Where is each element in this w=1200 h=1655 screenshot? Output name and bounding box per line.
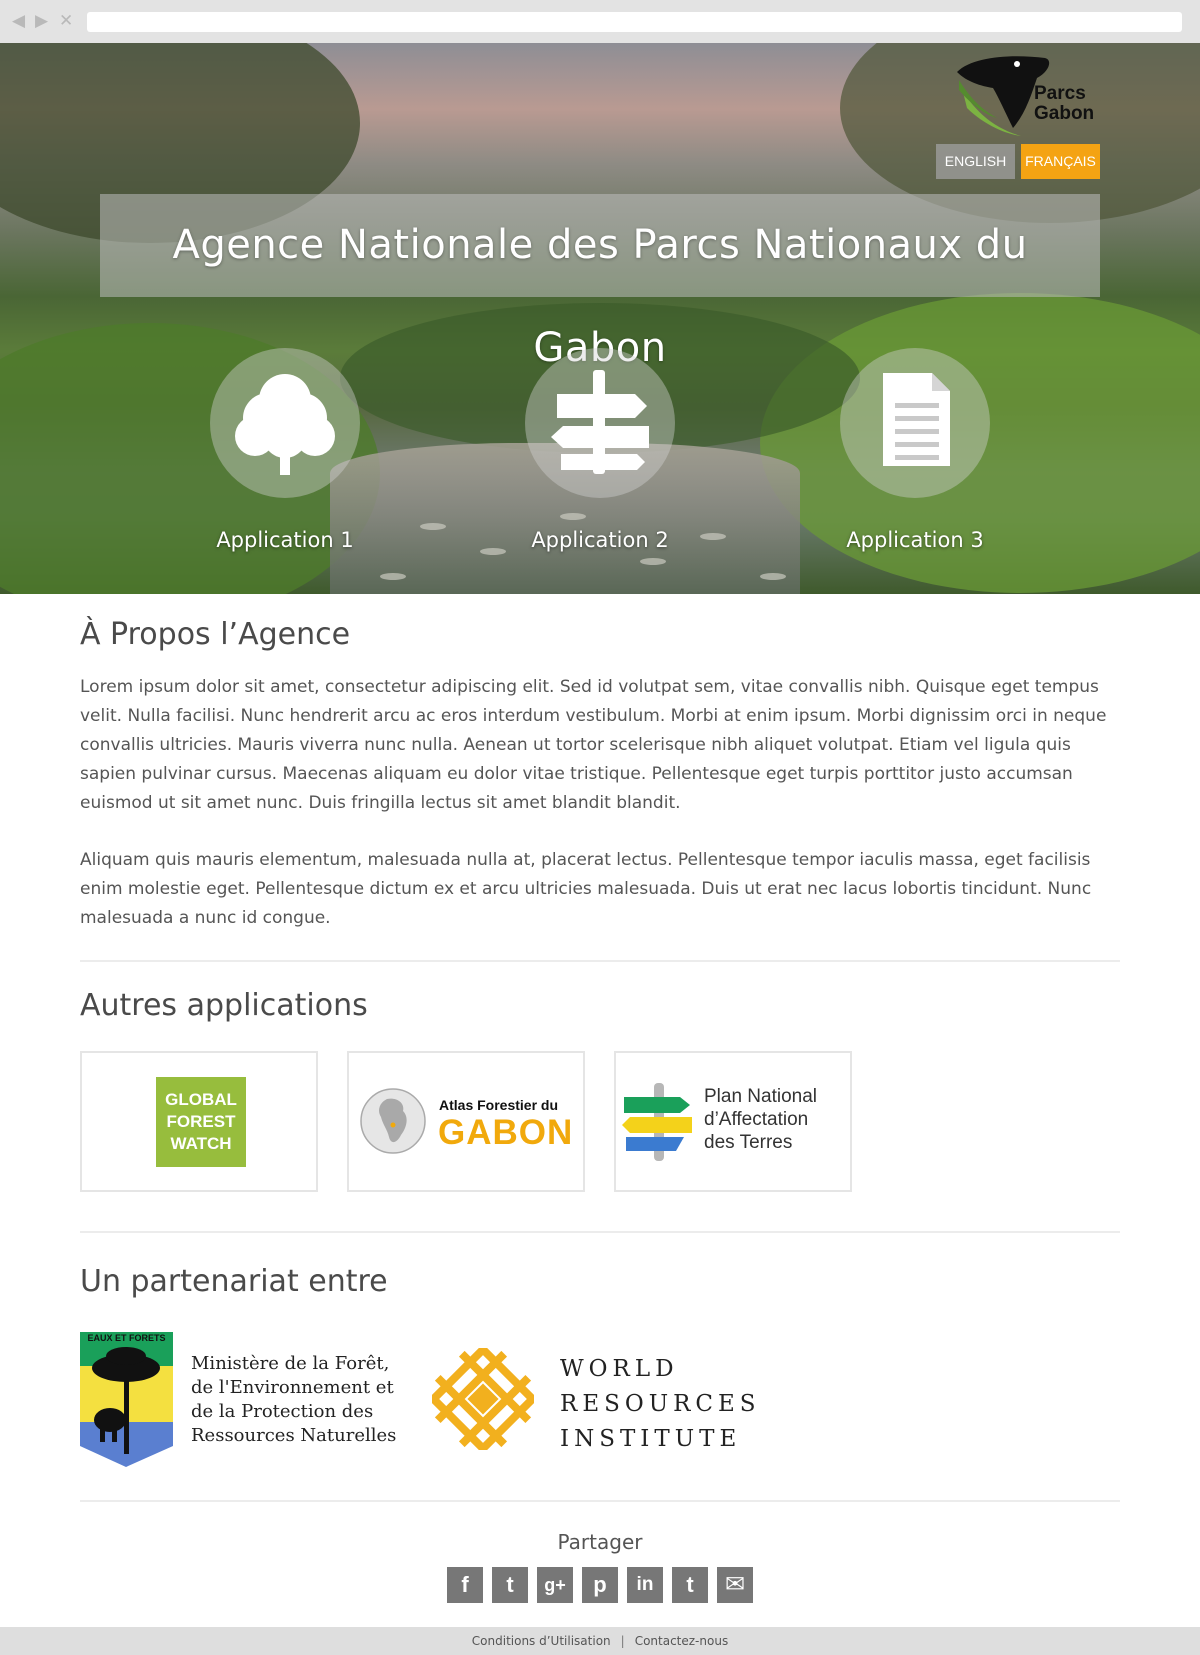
atlas-title: Atlas Forestier du [439, 1097, 559, 1113]
wri-logo-icon[interactable] [432, 1348, 534, 1450]
email-icon[interactable]: ✉ [717, 1567, 753, 1603]
about-paragraph-1: Lorem ipsum dolor sit amet, consectetur … [80, 677, 1107, 813]
gfw-line3: WATCH [170, 1134, 232, 1153]
ministry-line3: de la Protection des [191, 1401, 374, 1422]
francais-button[interactable]: FRANÇAIS [1021, 144, 1100, 179]
pnat-line1: Plan National [704, 1086, 818, 1107]
about-paragraph-2: Aliquam quis mauris elementum, malesuada… [80, 850, 1092, 928]
application-3-label[interactable]: Application 3 [790, 528, 1040, 552]
contact-link[interactable]: Contactez-nous [635, 1634, 729, 1648]
logo-text-line2: Gabon [1034, 103, 1095, 124]
ministry-name: Ministère de la Forêt, de l'Environnemen… [191, 1352, 396, 1448]
ministry-line4: Ressources Naturelles [191, 1425, 397, 1446]
divider [80, 1500, 1120, 1502]
divider [80, 960, 1120, 962]
about-heading: À Propos l’Agence [80, 617, 351, 652]
application-3-button[interactable] [840, 348, 990, 498]
terms-link[interactable]: Conditions d’Utilisation [472, 1634, 611, 1648]
ministry-line2: de l'Environnement et [191, 1377, 394, 1398]
footer: Conditions d’Utilisation | Contactez-nous [0, 1627, 1200, 1655]
tree-icon [235, 374, 335, 475]
application-1-button[interactable] [210, 348, 360, 498]
partners-heading: Un partenariat entre [80, 1264, 388, 1299]
google-plus-icon[interactable]: g+ [537, 1567, 573, 1603]
atlas-forestier-card[interactable]: Atlas Forestier du GABON [347, 1051, 585, 1192]
footer-separator: | [620, 1634, 625, 1648]
signpost-icon [551, 370, 649, 474]
close-icon[interactable]: ✕ [59, 12, 73, 30]
other-apps-heading: Autres applications [80, 988, 368, 1023]
address-bar[interactable] [87, 12, 1182, 32]
application-2-button[interactable] [525, 348, 675, 498]
divider [80, 1231, 1120, 1233]
english-button[interactable]: ENGLISH [936, 144, 1015, 179]
logo-text-line1: Parcs [1034, 83, 1086, 104]
application-2-label[interactable]: Application 2 [475, 528, 725, 552]
wri-line2: RESOURCES [560, 1391, 761, 1417]
global-forest-watch-card[interactable]: GLOBAL FOREST WATCH [80, 1051, 318, 1192]
ministry-badge-text: EAUX ET FORETS [87, 1333, 166, 1343]
ministry-line1: Ministère de la Forêt, [191, 1353, 390, 1374]
document-icon [883, 373, 950, 466]
browser-chrome: ◀ ▶ ✕ [0, 0, 1200, 43]
signpost-logo-icon [622, 1083, 692, 1161]
plan-national-card[interactable]: Plan National d’Affectation des Terres [614, 1051, 852, 1192]
share-label: Partager [557, 1530, 643, 1554]
linkedin-icon[interactable]: in [627, 1567, 663, 1603]
forward-icon[interactable]: ▶ [35, 12, 48, 30]
logo-text: Parcs Gabon [1034, 84, 1094, 124]
back-icon[interactable]: ◀ [12, 12, 25, 30]
global-forest-watch-logo: GLOBAL FOREST WATCH [156, 1077, 246, 1167]
tumblr-icon[interactable]: t [672, 1567, 708, 1603]
pnat-line3: des Terres [704, 1132, 793, 1153]
pinterest-icon[interactable]: p [582, 1567, 618, 1603]
application-1-label[interactable]: Application 1 [160, 528, 410, 552]
wri-text: WORLD RESOURCES INSTITUTE [560, 1352, 761, 1457]
wri-line1: WORLD [560, 1356, 679, 1382]
twitter-icon[interactable]: t [492, 1567, 528, 1603]
title-banner: Agence Nationale des Parcs Nationaux du … [100, 194, 1100, 371]
plan-national-text: Plan National d’Affectation des Terres [704, 1085, 817, 1154]
gfw-line2: FOREST [166, 1112, 236, 1131]
ministry-emblem[interactable] [80, 1332, 173, 1467]
facebook-icon[interactable]: f [447, 1567, 483, 1603]
pnat-line2: d’Affectation [704, 1109, 809, 1130]
globe-icon [360, 1088, 426, 1154]
gfw-line1: GLOBAL [165, 1090, 237, 1109]
atlas-gabon: GABON [438, 1113, 574, 1152]
wri-line3: INSTITUTE [560, 1426, 742, 1452]
